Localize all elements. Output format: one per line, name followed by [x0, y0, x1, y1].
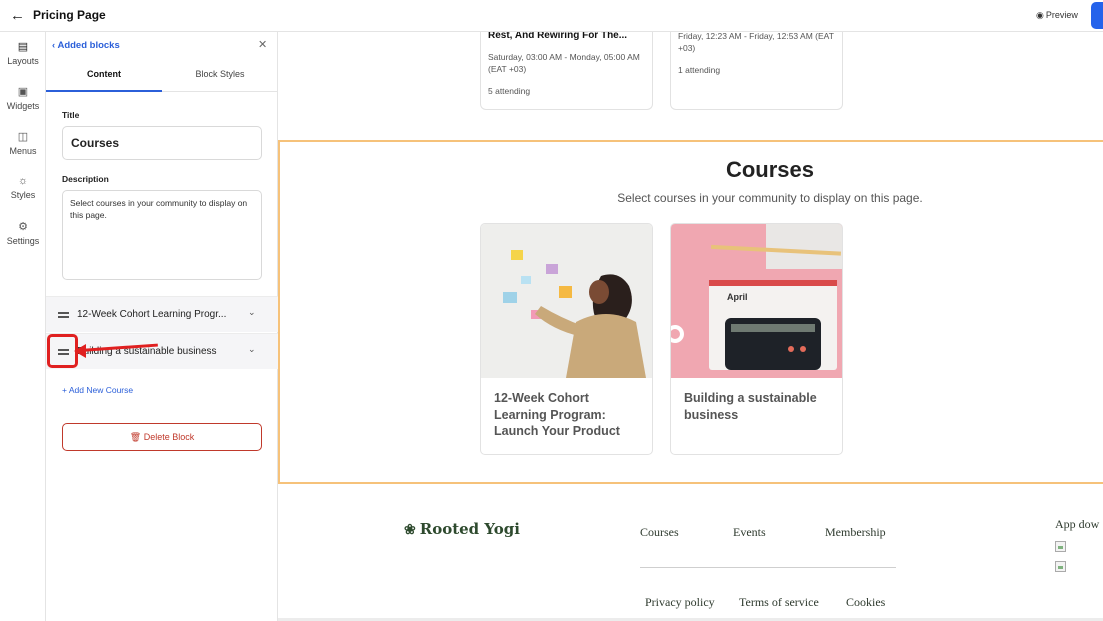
description-textarea[interactable]: Select courses in your community to disp… — [62, 190, 262, 280]
added-blocks-back-link[interactable]: ‹ Added blocks — [52, 40, 120, 51]
play-store-badge-icon[interactable] — [1055, 561, 1066, 572]
add-new-course-link[interactable]: + Add New Course — [62, 385, 133, 395]
event-attending: 5 attending — [488, 86, 531, 96]
layouts-icon: ▤ — [17, 41, 29, 53]
title-label: Title — [62, 110, 80, 120]
course-card-title: 12-Week Cohort Learning Program: Launch … — [494, 391, 620, 438]
app-store-badge-icon[interactable] — [1055, 541, 1066, 552]
lotus-icon: ❀ — [404, 522, 416, 538]
event-date: Friday, 12:23 AM - Friday, 12:53 AM (EAT… — [678, 32, 834, 53]
rail-item-layouts[interactable]: ▤ Layouts — [0, 40, 46, 66]
footer-divider — [640, 567, 896, 568]
event-attending: 1 attending — [678, 65, 721, 75]
rail-item-label: Menus — [9, 146, 37, 156]
course-card-title: Building a sustainable business — [684, 391, 817, 422]
courses-section-description: Select courses in your community to disp… — [617, 191, 923, 205]
rail-item-styles[interactable]: ☼ Styles — [0, 175, 46, 200]
app-download-heading: App dow — [1055, 517, 1100, 531]
event-date: Saturday, 03:00 AM - Monday, 05:00 AM (E… — [488, 52, 640, 74]
rail-item-widgets[interactable]: ▣ Widgets — [0, 85, 46, 111]
event-card[interactable]: Friday, 12:23 AM - Friday, 12:53 AM (EAT… — [670, 32, 843, 110]
trash-icon: 🗑 — [129, 432, 142, 442]
top-bar: ← Pricing Page ◉ Preview — [0, 0, 1103, 32]
rail-item-label: Widgets — [6, 101, 40, 111]
event-card[interactable]: Rest, And Rewiring For The... Saturday, … — [480, 32, 653, 110]
block-editor-panel: ‹ Added blocks ✕ Content Block Styles Ti… — [46, 32, 278, 621]
rail-item-label: Settings — [6, 236, 40, 246]
course-list-item-name: 12-Week Cohort Learning Progr... — [77, 309, 227, 320]
course-card[interactable]: 12-Week Cohort Learning Program: Launch … — [480, 223, 653, 455]
courses-block[interactable]: Courses Select courses in your community… — [278, 140, 1103, 484]
rail-item-label: Styles — [10, 190, 36, 200]
brand-name: Rooted Yogi — [419, 520, 520, 538]
publish-button[interactable] — [1091, 2, 1103, 29]
chevron-down-icon[interactable]: ⌄ — [248, 307, 256, 318]
preview-button[interactable]: ◉ Preview — [1036, 10, 1078, 21]
footer-link-courses[interactable]: Courses — [640, 525, 679, 540]
delete-block-label: Delete Block — [143, 432, 195, 442]
close-icon[interactable]: ✕ — [258, 38, 267, 51]
tab-content[interactable]: Content — [46, 58, 162, 92]
delete-block-button[interactable]: 🗑 Delete Block — [62, 423, 262, 451]
panel-header: ‹ Added blocks ✕ — [46, 32, 278, 58]
footer-link-cookies[interactable]: Cookies — [846, 595, 885, 610]
svg-text:April: April — [727, 292, 748, 302]
description-label: Description — [62, 174, 109, 184]
page-canvas: Rest, And Rewiring For The... Saturday, … — [278, 32, 1103, 621]
panel-tabs: Content Block Styles — [46, 58, 278, 92]
page-title: Pricing Page — [33, 8, 106, 22]
footer-link-events[interactable]: Events — [733, 525, 766, 540]
event-title: Rest, And Rewiring For The... — [488, 32, 628, 41]
widgets-icon: ▣ — [17, 86, 29, 98]
tab-block-styles[interactable]: Block Styles — [162, 58, 278, 92]
annotation-arrow-head-icon — [74, 344, 86, 358]
rail-item-menus[interactable]: ◫ Menus — [0, 130, 46, 156]
palette-icon: ☼ — [17, 175, 29, 187]
footer-link-terms[interactable]: Terms of service — [739, 595, 819, 610]
rail-item-settings[interactable]: ⚙ Settings — [0, 220, 46, 246]
footer-link-membership[interactable]: Membership — [825, 525, 886, 540]
rail-item-label: Layouts — [7, 56, 39, 66]
preview-label: Preview — [1045, 10, 1078, 20]
back-link-label: Added blocks — [57, 40, 120, 51]
brand-logo[interactable]: ❀ Rooted Yogi — [404, 520, 520, 538]
chevron-down-icon[interactable]: ⌄ — [248, 344, 256, 355]
footer-link-privacy[interactable]: Privacy policy — [645, 595, 715, 610]
eye-icon: ◉ — [1036, 10, 1044, 20]
gear-icon: ⚙ — [18, 221, 28, 233]
drag-handle-icon[interactable] — [58, 309, 70, 319]
site-footer: ❀ Rooted Yogi Courses Events Membership P… — [278, 487, 1103, 621]
courses-section-title: Courses — [725, 157, 815, 182]
course-image: April — [671, 224, 842, 378]
title-input[interactable]: Courses — [62, 126, 262, 160]
back-arrow-icon[interactable]: ← — [10, 7, 25, 24]
course-image — [481, 224, 652, 378]
menus-icon: ◫ — [17, 131, 29, 143]
left-rail: ▤ Layouts ▣ Widgets ◫ Menus ☼ Styles ⚙ S… — [0, 32, 46, 621]
course-list-item[interactable]: 12-Week Cohort Learning Progr... ⌄ — [46, 296, 278, 332]
course-card[interactable]: April Building a sustainable business — [670, 223, 843, 455]
